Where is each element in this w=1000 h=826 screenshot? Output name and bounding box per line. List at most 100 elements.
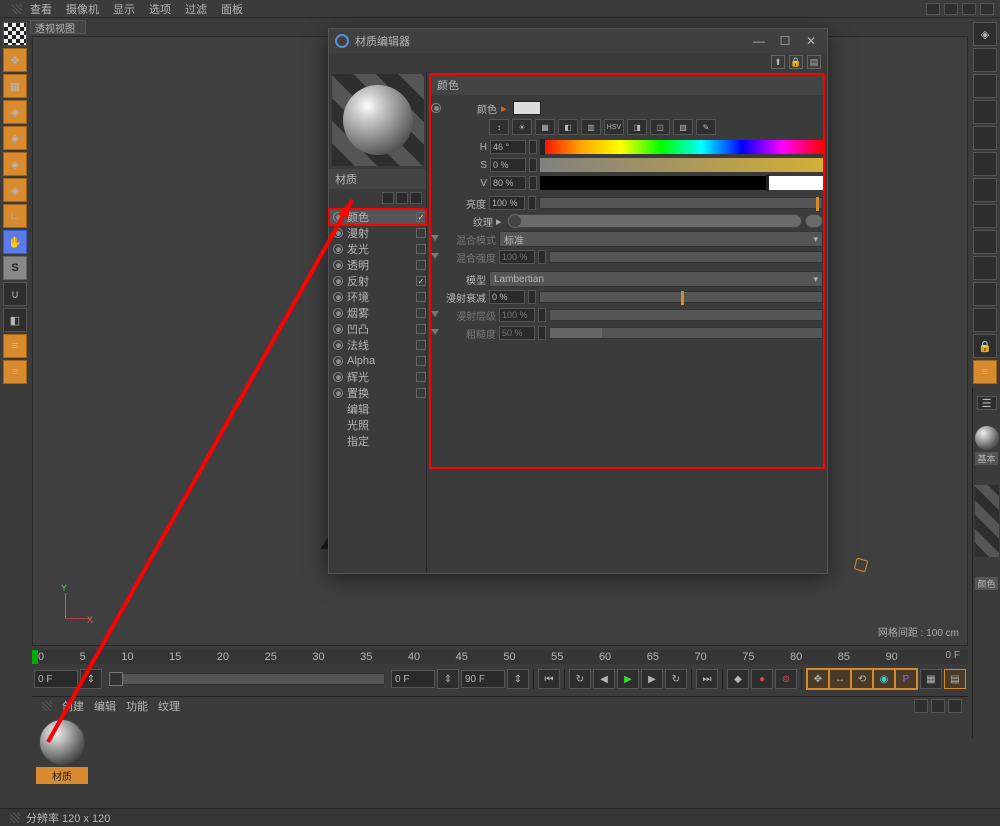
channel-置换[interactable]: 置换 — [329, 385, 426, 401]
channel-checkbox[interactable] — [416, 260, 426, 270]
spinner-up3[interactable]: ⇕ — [507, 669, 529, 689]
channel-checkbox[interactable] — [416, 276, 426, 286]
blendmode-dropdown[interactable]: 标准 — [499, 231, 823, 247]
range-slider[interactable] — [108, 673, 385, 685]
rtool-7[interactable] — [973, 204, 997, 228]
axis-handle[interactable] — [854, 558, 869, 573]
play-button[interactable]: ▶ — [617, 669, 639, 689]
tool-checker[interactable] — [3, 22, 27, 46]
prev-frame-button[interactable]: ◀ — [593, 669, 615, 689]
rtool-lock[interactable]: 🔒 — [973, 334, 997, 358]
brightness-value[interactable]: 100 % — [489, 196, 525, 210]
close-button[interactable]: ✕ — [801, 32, 821, 50]
channel-辉光[interactable]: 辉光 — [329, 369, 426, 385]
channel-sub-编辑[interactable]: 编辑 — [329, 401, 426, 417]
channel-radio[interactable] — [333, 308, 343, 318]
timeline-ruler[interactable]: 051015202530354045505560657075808590 0 F — [32, 650, 968, 664]
brightness-spinner[interactable] — [528, 196, 536, 210]
channel-radio[interactable] — [333, 228, 343, 238]
lock-icon[interactable]: 🔒 — [789, 55, 803, 69]
chtab-2[interactable] — [396, 192, 408, 204]
sat-spinner[interactable] — [529, 158, 537, 172]
autokey-button[interactable]: ⊚ — [775, 669, 797, 689]
tool-cube3[interactable]: ◈ — [3, 152, 27, 176]
tool-layers2[interactable]: ≡ — [3, 360, 27, 384]
loop-button[interactable]: ↻ — [569, 669, 591, 689]
mm-icon-2[interactable] — [931, 699, 945, 713]
pin-icon[interactable]: ⬆ — [771, 55, 785, 69]
color-swatch[interactable] — [513, 101, 541, 115]
mm-icon-1[interactable] — [914, 699, 928, 713]
mode-icon-2[interactable]: ☀ — [512, 119, 532, 135]
tool-layers1[interactable]: ≡ — [3, 334, 27, 358]
mode-icon-1[interactable]: ↕ — [489, 119, 509, 135]
falloff-slider[interactable] — [539, 291, 823, 303]
mode-icon-hsv[interactable]: HSV — [604, 119, 624, 135]
channel-checkbox[interactable] — [416, 372, 426, 382]
color-enable-radio[interactable] — [431, 103, 441, 113]
val-slider[interactable] — [540, 176, 823, 190]
channel-radio[interactable] — [333, 212, 343, 222]
record-button[interactable]: ● — [751, 669, 773, 689]
mm-icon-3[interactable] — [948, 699, 962, 713]
material-label[interactable]: 材质 — [36, 767, 88, 784]
channel-checkbox[interactable] — [416, 388, 426, 398]
tool-cube2[interactable]: ◈ — [3, 126, 27, 150]
rp-tab-color[interactable]: 颜色 — [975, 577, 998, 590]
channel-checkbox[interactable] — [416, 212, 426, 222]
channel-checkbox[interactable] — [416, 340, 426, 350]
preview-swatch[interactable] — [332, 74, 424, 166]
channel-checkbox[interactable] — [416, 356, 426, 366]
channel-sub-指定[interactable]: 指定 — [329, 433, 426, 449]
tool-s[interactable]: S — [3, 256, 27, 280]
rp-icon[interactable]: ☰ — [977, 396, 997, 410]
maximize-button[interactable]: ☐ — [775, 32, 795, 50]
window-titlebar[interactable]: 材质编辑器 — ☐ ✕ — [329, 29, 827, 53]
goto-end-button[interactable]: ⏭ — [696, 669, 718, 689]
frame-end[interactable]: 90 F — [461, 670, 505, 688]
channel-radio[interactable] — [333, 260, 343, 270]
material-thumb[interactable]: 材质 — [36, 719, 88, 784]
model-dropdown[interactable]: Lambertian — [489, 271, 823, 287]
channel-sub-光照[interactable]: 光照 — [329, 417, 426, 433]
layout-icon-4[interactable] — [980, 3, 994, 15]
falloff-value[interactable]: 0 % — [489, 290, 525, 304]
fcurve-button[interactable]: ▤ — [944, 669, 966, 689]
rtool-5[interactable] — [973, 152, 997, 176]
channel-radio[interactable] — [333, 324, 343, 334]
channel-凹凸[interactable]: 凹凸 — [329, 321, 426, 337]
channel-checkbox[interactable] — [416, 308, 426, 318]
texture-slot[interactable] — [507, 214, 802, 228]
texture-menu[interactable] — [805, 214, 823, 228]
channel-颜色[interactable]: 颜色 — [329, 209, 426, 225]
rtool-11[interactable] — [973, 308, 997, 332]
mode-icon-6[interactable]: ◨ — [627, 119, 647, 135]
channel-透明[interactable]: 透明 — [329, 257, 426, 273]
tool-grid[interactable]: ▦ — [3, 74, 27, 98]
record-frame-button[interactable]: ◆ — [727, 669, 749, 689]
tool-angle[interactable]: ∟ — [3, 204, 27, 228]
hue-spinner[interactable] — [529, 140, 537, 154]
channel-漫射[interactable]: 漫射 — [329, 225, 426, 241]
channel-radio[interactable] — [333, 372, 343, 382]
layout-icon-3[interactable] — [962, 3, 976, 15]
layout-icon-2[interactable] — [944, 3, 958, 15]
rtool-3[interactable] — [973, 100, 997, 124]
channel-radio[interactable] — [333, 244, 343, 254]
spinner-up1[interactable]: ⇕ — [80, 669, 102, 689]
rtool-8[interactable] — [973, 230, 997, 254]
viewport-label[interactable]: 透视视图 — [30, 20, 86, 34]
channel-radio[interactable] — [333, 388, 343, 398]
falloff-spinner[interactable] — [528, 290, 536, 304]
key-pos-button[interactable]: ✥ — [807, 669, 829, 689]
channel-checkbox[interactable] — [416, 292, 426, 302]
rtool-4[interactable] — [973, 126, 997, 150]
channel-反射[interactable]: 反射 — [329, 273, 426, 289]
rtool-10[interactable] — [973, 282, 997, 306]
rtool-1[interactable] — [973, 48, 997, 72]
sat-value[interactable]: 0 % — [490, 158, 526, 172]
tool-crosshair[interactable]: ✥ — [3, 48, 27, 72]
channel-环境[interactable]: 环境 — [329, 289, 426, 305]
material-name-label[interactable]: 材质 — [329, 169, 426, 189]
mode-icon-4[interactable]: ◧ — [558, 119, 578, 135]
